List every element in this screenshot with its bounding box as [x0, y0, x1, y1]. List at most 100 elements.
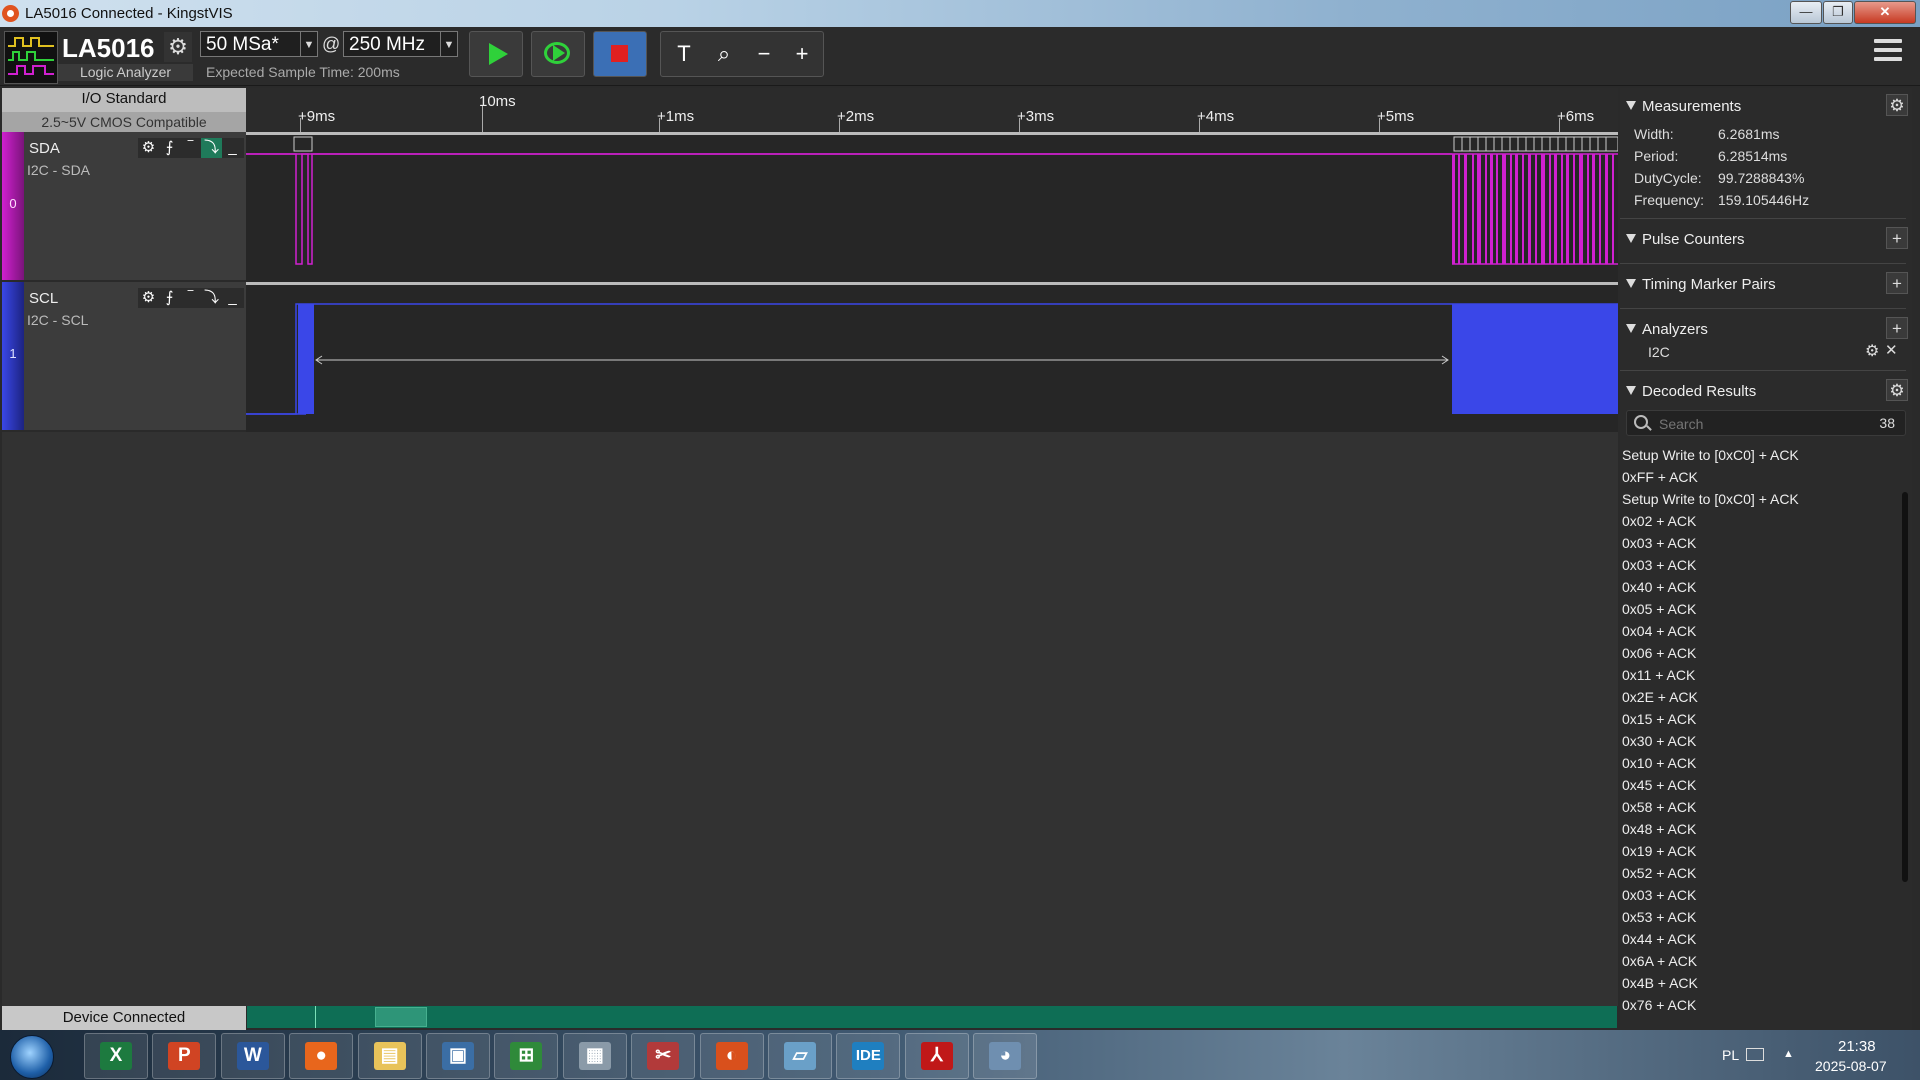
zoom-out-icon[interactable]: − — [747, 38, 781, 70]
device-settings-gear-icon[interactable]: ⚙ — [164, 32, 192, 62]
decoded-result-item[interactable]: Setup Write to [0xC0] + ACK — [1622, 488, 1892, 510]
add-pulse-counter-plus-icon[interactable]: + — [1886, 227, 1908, 249]
start-capture-button[interactable] — [469, 31, 523, 77]
chevron-down-icon[interactable]: ▼ — [300, 32, 317, 56]
collapse-triangle-icon[interactable] — [1626, 386, 1636, 395]
taskbar-paint-button[interactable]: ✂ — [631, 1033, 696, 1079]
decoded-result-item[interactable]: 0x4B + ACK — [1622, 972, 1892, 994]
decoded-result-item[interactable]: 0x45 + ACK — [1622, 774, 1892, 796]
gear-icon[interactable]: ⚙ — [138, 138, 159, 158]
decoded-result-item[interactable]: 0x44 + ACK — [1622, 928, 1892, 950]
overview-view-window[interactable] — [375, 1007, 427, 1027]
taskbar-excel-button[interactable]: X — [84, 1033, 148, 1079]
decoded-result-item[interactable]: 0x11 + ACK — [1622, 664, 1892, 686]
rising-edge-icon[interactable]: ⨍ — [159, 138, 180, 158]
high-level-icon[interactable]: ‾ — [180, 288, 201, 308]
decoded-result-item[interactable]: 0x15 + ACK — [1622, 708, 1892, 730]
zoom-fit-icon[interactable]: ⌕ — [707, 38, 741, 70]
start-button-windows-icon[interactable] — [10, 1035, 54, 1079]
channel-panel-scl[interactable]: 1 SCL I2C - SCL ⚙ ⨍ ‾ ⤵ _ — [2, 282, 246, 430]
sample-rate-select[interactable]: 50 MSa* ▼ — [200, 31, 318, 57]
taskbar-photos-button[interactable]: ▣ — [426, 1033, 490, 1079]
decoded-result-item[interactable]: Setup Write to [0xC0] + ACK — [1622, 444, 1892, 466]
decoded-result-item[interactable]: 0x30 + ACK — [1622, 730, 1892, 752]
taskbar-firefox-button[interactable]: ● — [289, 1033, 354, 1079]
collapse-triangle-icon[interactable] — [1626, 234, 1636, 243]
minimize-button[interactable]: — — [1790, 1, 1822, 24]
gear-icon[interactable]: ⚙ — [138, 288, 159, 308]
decoded-result-item[interactable]: 0x06 + ACK — [1622, 642, 1892, 664]
show-hidden-icons-chevron-up-icon[interactable]: ▲ — [1783, 1048, 1794, 1060]
decoded-result-item[interactable]: 0x52 + ACK — [1622, 862, 1892, 884]
decoded-result-item[interactable]: 0x6A + ACK — [1622, 950, 1892, 972]
decoded-result-item[interactable]: 0x48 + ACK — [1622, 818, 1892, 840]
decoded-result-item[interactable]: 0x40 + ACK — [1622, 576, 1892, 598]
capture-overview-bar[interactable] — [247, 1006, 1617, 1028]
analyzer-settings-gear-icon[interactable]: ⚙ — [1865, 341, 1879, 361]
decoded-result-item[interactable]: 0x03 + ACK — [1622, 554, 1892, 576]
decoded-result-item[interactable]: 0x58 + ACK — [1622, 796, 1892, 818]
time-ruler[interactable]: 10ms +9ms +1ms +2ms +3ms +4ms +5ms +6ms — [246, 88, 1618, 132]
stop-capture-button[interactable] — [593, 31, 647, 77]
decoded-results-list[interactable]: Setup Write to [0xC0] + ACK 0xFF + ACK Set… — [1622, 444, 1892, 1016]
high-level-icon[interactable]: ‾ — [180, 138, 201, 158]
low-level-icon[interactable]: _ — [222, 288, 243, 308]
taskbar-arduino-ide-button[interactable]: IDE — [836, 1033, 901, 1079]
decoded-results-settings-gear-icon[interactable]: ⚙ — [1886, 379, 1908, 401]
taskbar-word-button[interactable]: W — [220, 1033, 285, 1079]
zoom-in-icon[interactable]: + — [785, 38, 819, 70]
language-indicator[interactable]: PL — [1722, 1047, 1739, 1063]
collapse-triangle-icon[interactable] — [1626, 279, 1636, 288]
waveform-canvas[interactable] — [246, 132, 1619, 432]
io-standard-value[interactable]: 2.5~5V CMOS Compatible — [2, 112, 246, 132]
hamburger-menu-icon[interactable] — [1874, 39, 1902, 69]
decoded-result-item[interactable]: 0xFF + ACK — [1622, 466, 1892, 488]
clock-time[interactable]: 21:38 — [1838, 1038, 1876, 1055]
decoded-result-item[interactable]: 0x10 + ACK — [1622, 752, 1892, 774]
keyboard-icon[interactable] — [1746, 1048, 1764, 1061]
repeat-capture-button[interactable] — [531, 31, 585, 77]
chevron-down-icon[interactable]: ▼ — [440, 32, 457, 56]
channel-name[interactable]: SDA — [29, 140, 60, 157]
io-standard-panel[interactable]: I/O Standard 2.5~5V CMOS Compatible — [2, 88, 246, 132]
add-timing-marker-plus-icon[interactable]: + — [1886, 272, 1908, 294]
decoded-result-item[interactable]: 0x05 + ACK — [1622, 598, 1892, 620]
decoded-result-item[interactable]: 0x03 + ACK — [1622, 532, 1892, 554]
results-scrollbar[interactable] — [1902, 492, 1908, 882]
decoded-results-header[interactable]: Decoded Results — [1626, 383, 1756, 400]
taskbar-powerpoint-button[interactable]: P — [152, 1033, 217, 1079]
measurements-header[interactable]: Measurements — [1626, 98, 1741, 115]
decoded-result-item[interactable]: 0x03 + ACK — [1622, 884, 1892, 906]
channel-name[interactable]: SCL — [29, 290, 58, 307]
timing-marker-pairs-header[interactable]: Timing Marker Pairs — [1626, 276, 1776, 293]
rising-edge-icon[interactable]: ⨍ — [159, 288, 180, 308]
taskbar-network-button[interactable]: ⊞ — [494, 1033, 559, 1079]
decoded-result-item[interactable]: 0x2E + ACK — [1622, 686, 1892, 708]
analyzer-item-i2c[interactable]: I2C — [1648, 344, 1670, 360]
decoded-result-item[interactable]: 0x02 + ACK — [1622, 510, 1892, 532]
decoded-result-item[interactable]: 0x19 + ACK — [1622, 840, 1892, 862]
add-analyzer-plus-icon[interactable]: + — [1886, 317, 1908, 339]
falling-edge-icon[interactable]: ⤵ — [201, 288, 222, 308]
text-tool-icon[interactable]: T — [667, 38, 701, 70]
decoded-result-item[interactable]: 0x76 + ACK — [1622, 994, 1892, 1016]
taskbar-explorer-button[interactable]: ▤ — [357, 1033, 422, 1079]
decoded-search-input[interactable] — [1657, 413, 1861, 435]
collapse-triangle-icon[interactable] — [1626, 101, 1636, 110]
falling-edge-icon[interactable]: ⤵ — [201, 138, 222, 158]
close-button[interactable]: ✕ — [1854, 1, 1916, 24]
taskbar-calculator-button[interactable]: ▦ — [562, 1033, 627, 1079]
analyzers-header[interactable]: Analyzers — [1626, 321, 1708, 338]
taskbar-acrobat-button[interactable]: ⅄ — [904, 1033, 969, 1079]
decoded-search-box[interactable]: 38 — [1626, 410, 1906, 436]
decoded-result-item[interactable]: 0x04 + ACK — [1622, 620, 1892, 642]
taskbar-notes-button[interactable]: ▱ — [768, 1033, 832, 1079]
collapse-triangle-icon[interactable] — [1626, 324, 1636, 333]
clock-date[interactable]: 2025-08-07 — [1815, 1058, 1887, 1074]
maximize-button[interactable]: ❐ — [1823, 1, 1853, 24]
frequency-select[interactable]: 250 MHz ▼ — [343, 31, 458, 57]
remove-analyzer-close-icon[interactable]: ✕ — [1885, 341, 1898, 359]
channel-panel-sda[interactable]: 0 SDA I2C - SDA ⚙ ⨍ ‾ ⤵ _ — [2, 132, 246, 280]
taskbar-kingstvis-button[interactable]: ◐ — [699, 1033, 764, 1079]
decoded-result-item[interactable]: 0x53 + ACK — [1622, 906, 1892, 928]
